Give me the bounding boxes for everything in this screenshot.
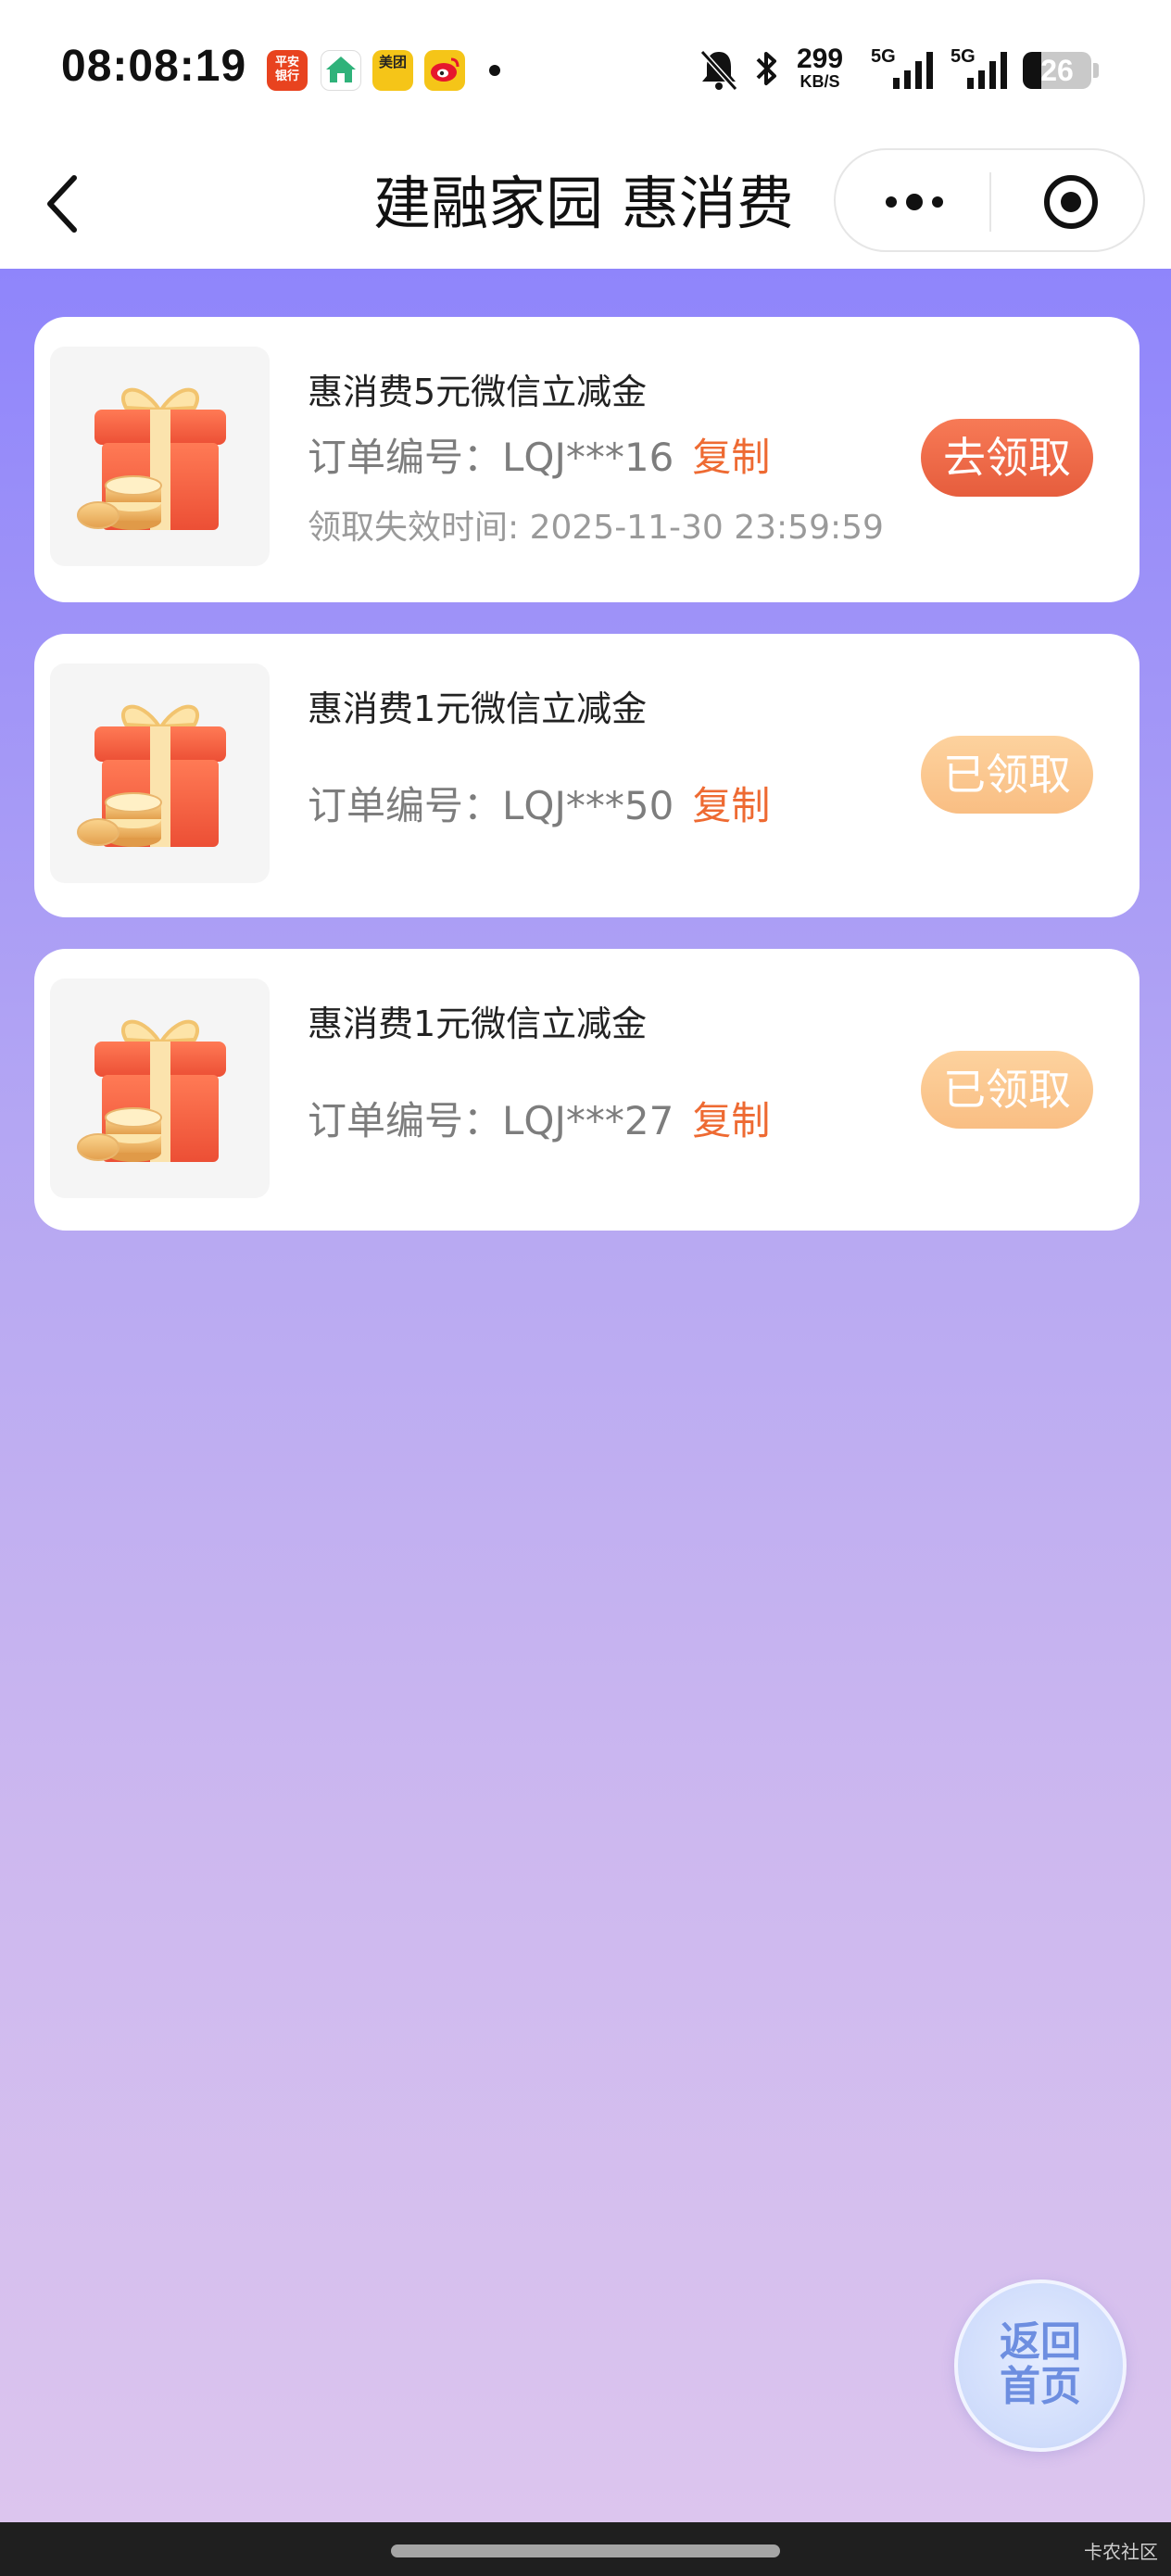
close-mini-program-button[interactable] — [1041, 172, 1101, 232]
bluetooth-icon — [750, 44, 784, 96]
meituan-icon-text: 美团 — [378, 54, 407, 70]
notification-dot — [489, 65, 500, 76]
order-row: 订单编号：LQJ***27 复制 — [308, 1090, 770, 1146]
claimed-button[interactable]: 已领取 — [921, 736, 1093, 814]
back-button[interactable] — [33, 167, 98, 241]
home-indicator[interactable] — [391, 2544, 780, 2557]
target-icon — [1044, 175, 1098, 229]
status-bar: 08:08:19 平安 银行 美团 299 KB/S 5G 5G 26 — [0, 0, 1171, 139]
order-label: 订单编号： — [308, 1098, 503, 1143]
capsule-divider — [989, 172, 991, 232]
return-home-label-2: 首页 — [1000, 2363, 1081, 2410]
house-icon — [321, 50, 361, 91]
battery-tip — [1093, 63, 1099, 78]
copy-order-link[interactable]: 复制 — [692, 1098, 770, 1143]
pingan-bank-app-icon: 平安 银行 — [267, 50, 308, 91]
signal-2-icon — [963, 44, 1015, 96]
pingan-icon-text-2: 银行 — [274, 69, 299, 83]
signal-1-icon — [889, 44, 941, 96]
coupon-title: 惠消费1元微信立减金 — [308, 1004, 648, 1044]
more-button[interactable] — [873, 178, 956, 226]
chevron-left-icon — [47, 175, 77, 233]
network-speed: 299 KB/S — [797, 44, 844, 92]
copy-order-link[interactable]: 复制 — [692, 783, 770, 828]
coupon-card: 惠消费1元微信立减金 订单编号：LQJ***50 复制 已领取 — [34, 634, 1140, 917]
coupon-title: 惠消费1元微信立减金 — [308, 688, 648, 729]
order-row: 订单编号：LQJ***16 复制 — [308, 426, 770, 483]
meituan-app-icon: 美团 — [372, 50, 413, 91]
return-home-label-1: 返回 — [1000, 2318, 1081, 2366]
weibo-icon — [424, 50, 465, 91]
pingan-icon-text-1: 平安 — [274, 56, 299, 69]
gift-box-icon — [77, 1019, 226, 1162]
copy-order-link[interactable]: 复制 — [692, 435, 770, 480]
status-time: 08:08:19 — [61, 42, 247, 91]
coupon-card: 惠消费5元微信立减金 订单编号：LQJ***16 复制 领取失效时间: 2025-… — [34, 317, 1140, 602]
order-number: LQJ***50 — [502, 783, 674, 828]
coupon-list-page: 惠消费5元微信立减金 订单编号：LQJ***16 复制 领取失效时间: 2025-… — [0, 269, 1171, 2522]
nav-bar: 建融家园 惠消费 — [0, 139, 1171, 269]
gift-thumbnail — [50, 347, 270, 566]
gift-thumbnail — [50, 663, 270, 883]
order-label: 订单编号： — [308, 435, 503, 480]
battery-icon: 26 — [1023, 52, 1091, 89]
claim-button[interactable]: 去领取 — [921, 419, 1093, 497]
order-number: LQJ***16 — [502, 435, 674, 480]
gift-box-icon — [77, 387, 226, 530]
system-nav-bar: 卡农社区 — [0, 2522, 1171, 2576]
order-row: 订单编号：LQJ***50 复制 — [308, 775, 770, 831]
order-number: LQJ***27 — [502, 1098, 674, 1143]
mini-program-capsule — [834, 148, 1145, 252]
order-label: 订单编号： — [308, 783, 503, 828]
more-dots-icon — [886, 194, 943, 210]
battery-level: 26 — [1040, 54, 1074, 87]
watermark: 卡农社区 — [1084, 2541, 1158, 2563]
coupon-title: 惠消费5元微信立减金 — [308, 372, 648, 412]
speed-unit: KB/S — [800, 72, 840, 91]
speed-value: 299 — [797, 44, 844, 74]
coupon-card: 惠消费1元微信立减金 订单编号：LQJ***27 复制 已领取 — [34, 949, 1140, 1231]
claimed-button[interactable]: 已领取 — [921, 1051, 1093, 1129]
gift-thumbnail — [50, 979, 270, 1198]
expire-time: 领取失效时间: 2025-11-30 23:59:59 — [308, 509, 884, 547]
return-home-button[interactable]: 返回 首页 — [954, 2279, 1127, 2452]
mute-bell-icon — [697, 44, 741, 96]
page-title: 建融家园 惠消费 — [373, 170, 794, 237]
gift-box-icon — [77, 704, 226, 847]
